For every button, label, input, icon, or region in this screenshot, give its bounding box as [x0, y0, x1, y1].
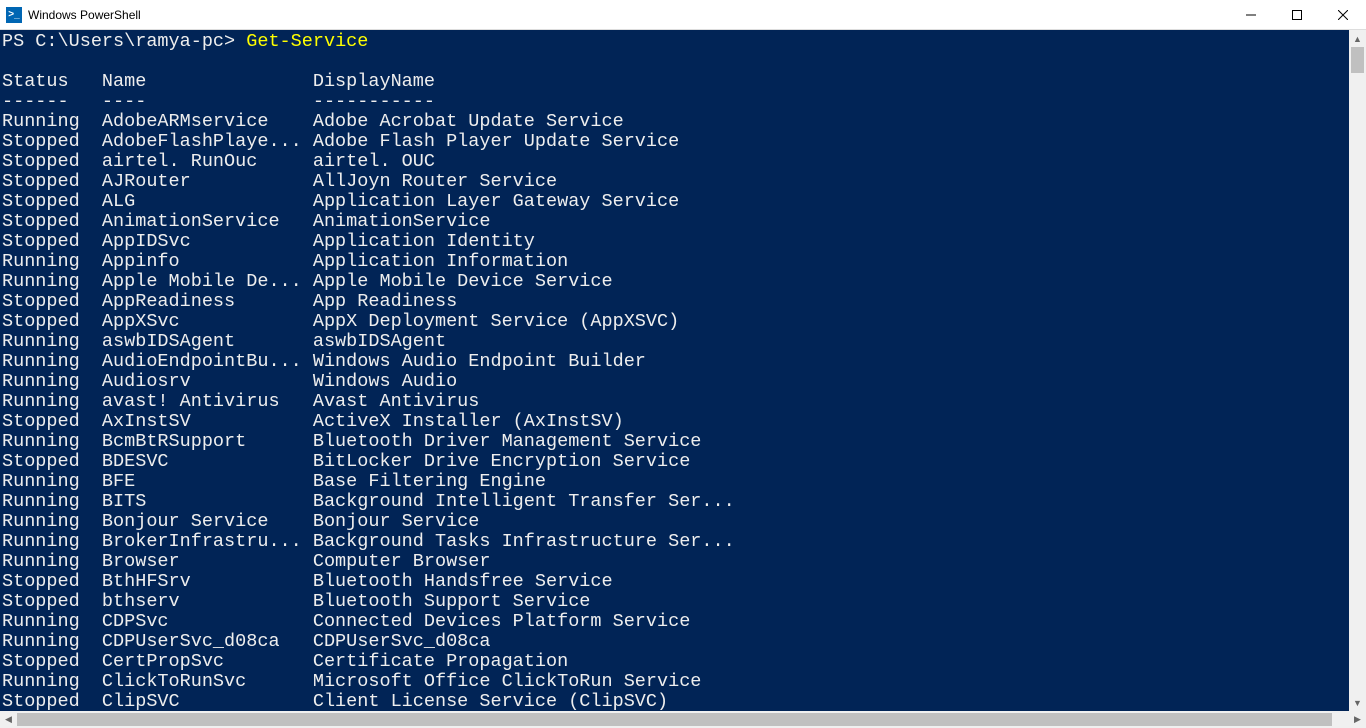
service-row: Stopped AdobeFlashPlaye... Adobe Flash P… — [2, 132, 1349, 152]
service-row: Stopped BDESVC BitLocker Drive Encryptio… — [2, 452, 1349, 472]
service-row: Running Bonjour Service Bonjour Service — [2, 512, 1349, 532]
scroll-up-button[interactable]: ▲ — [1349, 30, 1366, 47]
window-title: Windows PowerShell — [28, 8, 141, 22]
maximize-button[interactable] — [1274, 0, 1320, 30]
service-row: Running ClickToRunSvc Microsoft Office C… — [2, 672, 1349, 692]
service-row: Stopped AJRouter AllJoyn Router Service — [2, 172, 1349, 192]
service-row: Running BrokerInfrastru... Background Ta… — [2, 532, 1349, 552]
service-row: Stopped AppIDSvc Application Identity — [2, 232, 1349, 252]
window-titlebar: >_ Windows PowerShell — [0, 0, 1366, 30]
service-row: Stopped AxInstSV ActiveX Installer (AxIn… — [2, 412, 1349, 432]
service-row: Running BITS Background Intelligent Tran… — [2, 492, 1349, 512]
service-row: Stopped airtel. RunOuc airtel. OUC — [2, 152, 1349, 172]
service-row: Running AdobeARMservice Adobe Acrobat Up… — [2, 112, 1349, 132]
service-row: Running Browser Computer Browser — [2, 552, 1349, 572]
service-row: Running Audiosrv Windows Audio — [2, 372, 1349, 392]
command-text: Get-Service — [246, 31, 368, 52]
service-row: Running AudioEndpointBu... Windows Audio… — [2, 352, 1349, 372]
vertical-scrollbar[interactable]: ▲ ▼ — [1349, 30, 1366, 711]
column-header-row: Status Name DisplayName — [2, 72, 1349, 92]
service-row: Stopped BthHFSrv Bluetooth Handsfree Ser… — [2, 572, 1349, 592]
close-button[interactable] — [1320, 0, 1366, 30]
scroll-down-button[interactable]: ▼ — [1349, 694, 1366, 711]
column-rule-row: ------ ---- ----------- — [2, 92, 1349, 112]
scroll-right-button[interactable]: ▶ — [1349, 711, 1366, 728]
service-row: Running CDPUserSvc_d08ca CDPUserSvc_d08c… — [2, 632, 1349, 652]
minimize-button[interactable] — [1228, 0, 1274, 30]
blank-line — [2, 52, 1349, 72]
horizontal-scroll-thumb[interactable] — [17, 713, 1332, 726]
service-row: Stopped AnimationService AnimationServic… — [2, 212, 1349, 232]
scroll-left-button[interactable]: ◀ — [0, 711, 17, 728]
service-row: Running aswbIDSAgent aswbIDSAgent — [2, 332, 1349, 352]
vertical-scroll-thumb[interactable] — [1351, 47, 1364, 73]
console-area: PS C:\Users\ramya-pc> Get-Service Status… — [0, 30, 1366, 711]
service-row: Stopped bthserv Bluetooth Support Servic… — [2, 592, 1349, 612]
console-output[interactable]: PS C:\Users\ramya-pc> Get-Service Status… — [0, 30, 1349, 711]
service-row: Running BcmBtRSupport Bluetooth Driver M… — [2, 432, 1349, 452]
service-row: Stopped ClipSVC Client License Service (… — [2, 692, 1349, 711]
service-row: Running Apple Mobile De... Apple Mobile … — [2, 272, 1349, 292]
service-row: Stopped AppXSvc AppX Deployment Service … — [2, 312, 1349, 332]
service-row: Stopped ALG Application Layer Gateway Se… — [2, 192, 1349, 212]
service-row: Running BFE Base Filtering Engine — [2, 472, 1349, 492]
service-row: Stopped AppReadiness App Readiness — [2, 292, 1349, 312]
service-row: Stopped CertPropSvc Certificate Propagat… — [2, 652, 1349, 672]
prompt-line: PS C:\Users\ramya-pc> Get-Service — [2, 32, 1349, 52]
service-row: Running Appinfo Application Information — [2, 252, 1349, 272]
prompt-text: PS C:\Users\ramya-pc> — [2, 31, 246, 52]
horizontal-scrollbar[interactable]: ◀ ▶ — [0, 711, 1366, 728]
service-row: Running CDPSvc Connected Devices Platfor… — [2, 612, 1349, 632]
service-row: Running avast! Antivirus Avast Antivirus — [2, 392, 1349, 412]
powershell-icon: >_ — [6, 7, 22, 23]
